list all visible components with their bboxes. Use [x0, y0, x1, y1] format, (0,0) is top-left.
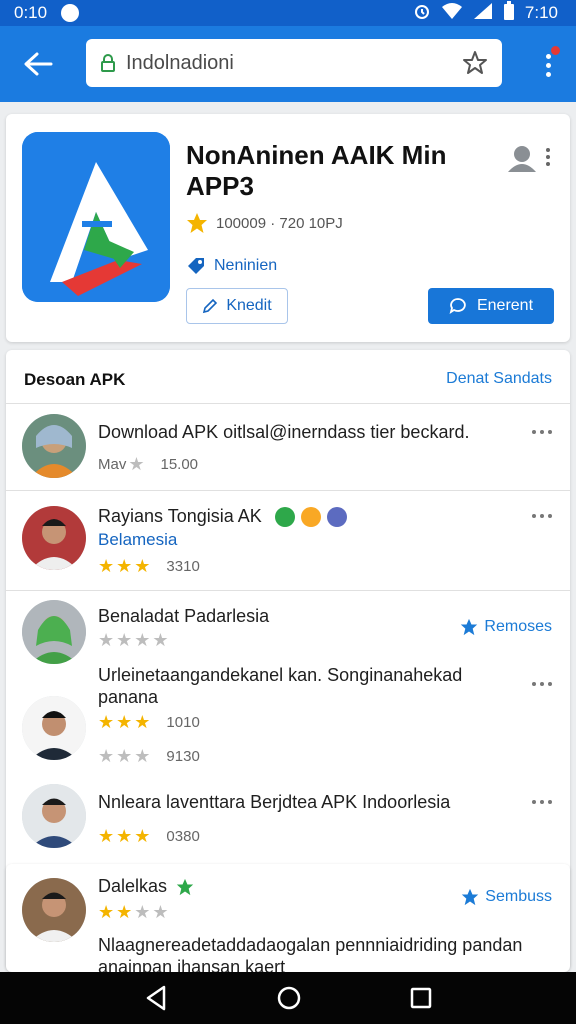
system-nav-bar [0, 972, 576, 1024]
nav-recents-icon[interactable] [410, 987, 432, 1009]
more-vertical-icon[interactable] [546, 148, 550, 166]
more-horizontal-icon[interactable] [532, 682, 552, 686]
avatar [22, 600, 86, 664]
review-rating: ★ ★ ★ ★ [98, 630, 169, 650]
notification-icon [61, 4, 80, 22]
review-text: Nlaagnereadetaddadaogalan pennniaidridin… [98, 935, 523, 972]
primary-action-button[interactable]: Enerent [428, 288, 554, 324]
app-info-card: NonAninen AAIK Min APP3 100009 · 720 10P… [6, 114, 570, 342]
review-rating: ★ ★ ★ 9130 [98, 746, 200, 766]
nav-back-icon[interactable] [144, 985, 168, 1011]
remove-link[interactable]: Remoses [460, 618, 552, 636]
avatar [22, 414, 86, 478]
bookmark-star-icon[interactable] [462, 50, 488, 76]
edit-button[interactable]: Knedit [186, 288, 288, 324]
review-text: Benaladat Padarlesia [98, 606, 270, 626]
review-text: Download APK oitlsal@inerndass tier beck… [98, 422, 470, 442]
primary-button-label: Enerent [476, 297, 534, 314]
reviews-header: Desoan APK Denat Sandats [6, 350, 570, 404]
status-clock: 7:10 [524, 3, 558, 22]
more-horizontal-icon[interactable] [532, 430, 552, 434]
browser-toolbar: Indolnadioni [0, 26, 576, 102]
verified-star-icon [176, 879, 194, 896]
arrow-left-icon [24, 52, 53, 76]
review-rating: ★ ★ ★ 0380 [98, 826, 200, 846]
chat-icon [449, 298, 466, 315]
verified-row: Neninien [186, 256, 277, 276]
heart-badge-icon [326, 507, 347, 528]
tag-icon [188, 258, 204, 274]
avatar [22, 696, 86, 760]
star-icon [187, 213, 207, 233]
review-card-last: Dalelkas ★ ★ ★ ★ Sembuss Nlaagnereadetaddad… [6, 864, 570, 972]
more-horizontal-icon[interactable] [532, 514, 552, 518]
review-rating-prefix: Mav [98, 456, 127, 473]
rating-text: 100009 · 720 10PJ [216, 214, 343, 232]
review-count: 1010 [166, 714, 200, 731]
avatar [22, 784, 86, 848]
review-rating: ★ ★ ★ 3310 [98, 556, 200, 576]
battery-icon [503, 0, 515, 26]
review-count: 9130 [166, 748, 200, 765]
review-location: Belamesia [98, 530, 178, 549]
app-rating: 100009 · 720 10PJ [186, 212, 343, 234]
overflow-menu-button[interactable] [538, 46, 560, 82]
remove-link-label: Remoses [484, 618, 552, 635]
badge-icons [274, 507, 347, 528]
review-count: 15.00 [160, 456, 199, 473]
review-text-label: Rayians Tongisia AK [98, 506, 262, 526]
android-badge-icon [274, 507, 295, 528]
more-horizontal-icon[interactable] [532, 800, 552, 804]
back-button[interactable] [18, 46, 58, 82]
edit-button-label: Knedit [226, 297, 272, 314]
app-title: NonAninen AAIK Min APP3 [186, 140, 447, 201]
review-count: 3310 [166, 558, 200, 575]
status-time: 0:10 [14, 3, 48, 22]
remove-link-label: Sembuss [485, 888, 552, 905]
notification-dot [551, 46, 560, 55]
url-bar[interactable]: Indolnadioni [86, 39, 502, 87]
pencil-icon [203, 298, 218, 314]
review-rating: ★ ★ ★ ★ [98, 902, 169, 922]
nav-home-icon[interactable] [276, 985, 302, 1011]
review-author: Dalelkas [98, 876, 168, 896]
review-text: Rayians Tongisia AK [98, 506, 347, 528]
see-all-link[interactable]: Denat Sandats [446, 370, 552, 388]
lock-icon [101, 54, 115, 72]
url-text: Indolnadioni [126, 51, 234, 74]
wifi-icon [441, 2, 463, 25]
review-rating: ★ ★ ★ 1010 [98, 712, 200, 732]
app-logo-icon [22, 132, 170, 302]
signal-icon [473, 2, 493, 25]
status-bar: 0:10 7:10 [0, 0, 576, 26]
avatar [22, 506, 86, 570]
verified-label: Neninien [214, 257, 278, 274]
user-icon[interactable] [506, 144, 538, 177]
star-icon [461, 618, 478, 636]
emoji-badge-icon [300, 507, 321, 528]
remove-link[interactable]: Sembuss [461, 888, 552, 906]
avatar [22, 878, 86, 942]
alarm-icon [413, 2, 431, 25]
review-text: Urleinetaangandekanel kan. Songinanaheka… [98, 665, 463, 707]
star-icon [462, 888, 479, 906]
review-count: 0380 [166, 828, 200, 845]
review-rating: Mav ★ 15.00 [98, 454, 199, 474]
reviews-title: Desoan APK [24, 370, 126, 389]
review-text: Nnleara laventtara Berjdtea APK Indoorle… [98, 792, 451, 812]
review-text: Dalelkas [98, 876, 194, 897]
